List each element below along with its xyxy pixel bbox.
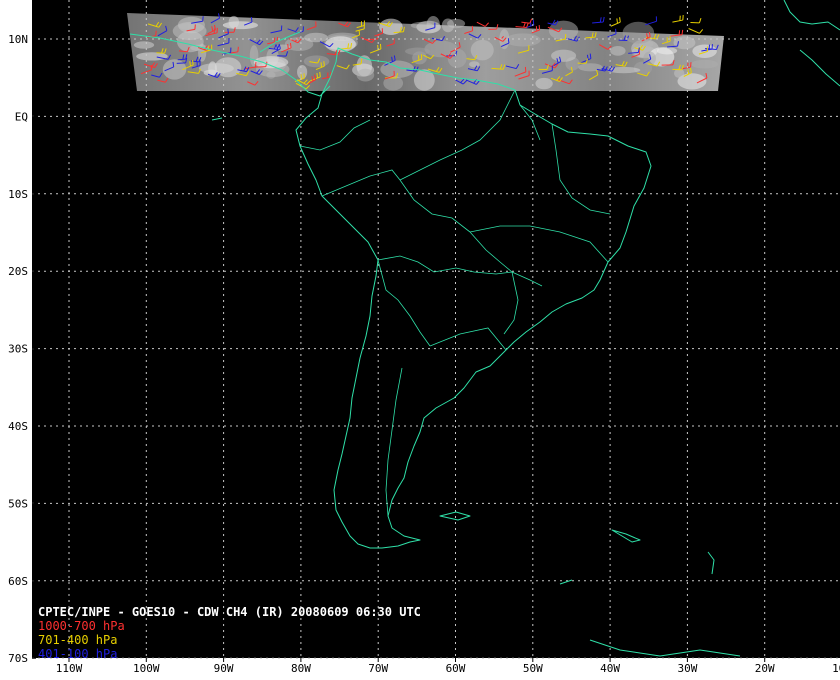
cloud-patch: [133, 41, 155, 49]
cloud-patch: [606, 66, 641, 74]
longitude-label: 20W: [755, 662, 775, 675]
cloud-patch: [610, 45, 626, 56]
cloud-patch: [643, 51, 656, 66]
map-plot-area: [32, 0, 840, 658]
legend-entry: 401-100 hPa: [38, 647, 117, 661]
cloud-patch: [176, 30, 204, 53]
satellite-image-strip: [127, 13, 724, 91]
latitude-label: 50S: [8, 497, 28, 510]
wind-map: 10N EQ 10S 20S 30S 40S 50S 60S 70S 110W 100W 90W 80…: [0, 0, 840, 680]
cloud-patch: [673, 36, 696, 50]
pressure-legend: 1000-700 hPa701-400 hPa401-100 hPa: [38, 619, 125, 661]
latitude-label: 40S: [8, 420, 28, 433]
latitude-label: EQ: [15, 110, 28, 123]
longitude-label: 80W: [291, 662, 311, 675]
latitude-label: 70S: [8, 652, 28, 665]
cloud-patch: [691, 59, 719, 69]
longitude-label: 30W: [677, 662, 697, 675]
cloud-patch: [426, 15, 440, 33]
latitude-label: 10N: [8, 33, 28, 46]
cloud-patch: [253, 56, 289, 69]
cloud-patch: [304, 32, 329, 43]
latitude-label: 10S: [8, 188, 28, 201]
longitude-label: 110W: [56, 662, 83, 675]
map-title: CPTEC/INPE - GOES10 - CDW CH4 (IR) 20080…: [38, 605, 421, 619]
cloud-patch: [505, 33, 541, 47]
cloud-patch: [674, 68, 685, 79]
latitude-label: 30S: [8, 343, 28, 356]
longitude-label: 70W: [368, 662, 388, 675]
cloud-patch: [356, 68, 375, 82]
cloud-patch: [222, 21, 259, 30]
longitude-label: 100W: [133, 662, 160, 675]
cloud-patch: [468, 61, 480, 68]
longitude-label: 50W: [523, 662, 543, 675]
cloud-patch: [198, 63, 234, 74]
longitude-label: 90W: [214, 662, 234, 675]
cloud-patch: [656, 47, 678, 55]
cloud-patch: [297, 65, 308, 79]
latitude-label: 60S: [8, 575, 28, 588]
cloud-patch: [303, 55, 330, 68]
latitude-label: 20S: [8, 265, 28, 278]
cloud-patch: [470, 39, 494, 61]
cloud-patch: [228, 15, 240, 29]
cloud-patch: [535, 77, 553, 90]
longitude-label: 40W: [600, 662, 620, 675]
cloud-patch: [441, 18, 455, 33]
legend-entry: 701-400 hPa: [38, 633, 117, 647]
cloud-patch: [692, 44, 717, 58]
longitude-label: 60W: [446, 662, 466, 675]
longitude-label: 10W: [832, 662, 840, 675]
cloud-patch: [551, 49, 577, 62]
legend-entry: 1000-700 hPa: [38, 619, 125, 633]
cloud-patch: [405, 47, 431, 56]
